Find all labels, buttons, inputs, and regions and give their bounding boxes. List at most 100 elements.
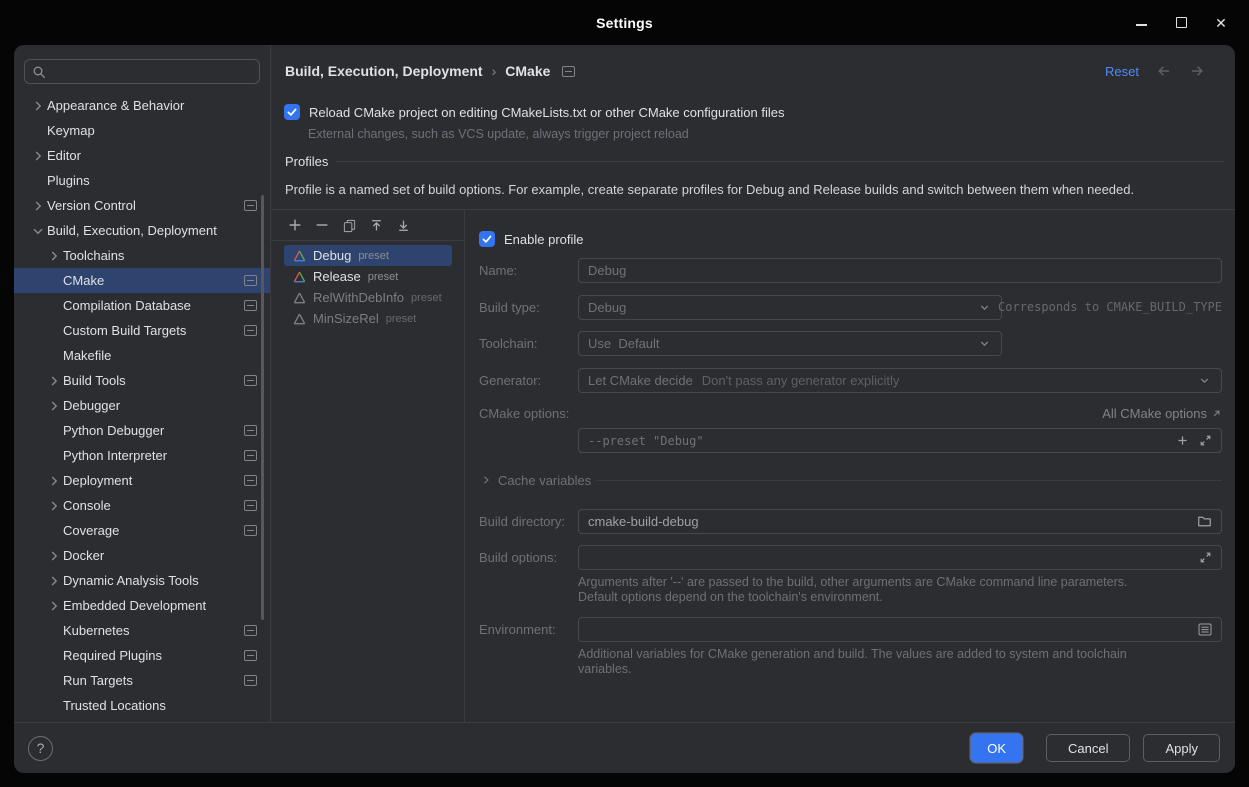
minimize-button[interactable] [1133, 15, 1149, 31]
enable-profile-checkbox[interactable] [479, 231, 495, 247]
chevron-right-icon[interactable] [30, 198, 47, 214]
move-down-button[interactable] [395, 217, 411, 233]
reset-link[interactable]: Reset [1105, 64, 1139, 79]
sidebar-item-version-control[interactable]: Version Control [14, 193, 270, 218]
chevron-down-icon[interactable] [30, 223, 47, 239]
sidebar-item-editor[interactable]: Editor [14, 143, 270, 168]
edit-environment-button[interactable] [1198, 623, 1212, 636]
sidebar-item-dynamic-analysis-tools[interactable]: Dynamic Analysis Tools [14, 568, 270, 593]
cache-variables-section[interactable]: Cache variables [479, 472, 1222, 488]
copy-profile-button[interactable] [341, 217, 357, 233]
help-button[interactable]: ? [28, 736, 53, 761]
navigate-forward-button[interactable] [1189, 63, 1205, 79]
sidebar-item-debugger[interactable]: Debugger [14, 393, 270, 418]
build-type-dropdown[interactable]: Debug [578, 295, 1002, 320]
chevron-right-icon[interactable] [46, 373, 63, 389]
sidebar-item-label: Debugger [63, 398, 120, 413]
sidebar-item-toolchains[interactable]: Toolchains [14, 243, 270, 268]
expand-editor-button[interactable] [1199, 551, 1212, 564]
project-config-icon [244, 500, 257, 511]
sidebar-item-kubernetes[interactable]: Kubernetes [14, 618, 270, 643]
cmake-profile-icon [293, 250, 306, 262]
profiles-section-header: Profiles [285, 153, 1225, 169]
sidebar-item-custom-build-targets[interactable]: Custom Build Targets [14, 318, 270, 343]
sidebar-item-trusted-locations[interactable]: Trusted Locations [14, 693, 270, 718]
external-link-icon [1211, 408, 1222, 419]
chevron-right-icon[interactable] [30, 98, 47, 114]
chevron-slot [46, 348, 63, 364]
sidebar-item-deployment[interactable]: Deployment [14, 468, 270, 493]
settings-search-box[interactable] [24, 59, 260, 84]
field-actions [1198, 623, 1212, 636]
chevron-right-icon[interactable] [46, 248, 63, 264]
profile-list-pane: DebugpresetReleasepresetRelWithDebInfopr… [271, 210, 465, 722]
sidebar-item-keymap[interactable]: Keymap [14, 118, 270, 143]
profile-row-debug[interactable]: Debugpreset [284, 245, 452, 266]
chevron-right-icon[interactable] [46, 398, 63, 414]
sidebar-item-python-interpreter[interactable]: Python Interpreter [14, 443, 270, 468]
generator-dropdown[interactable]: Let CMake decide Don't pass any generato… [578, 368, 1222, 393]
sidebar-item-coverage[interactable]: Coverage [14, 518, 270, 543]
sidebar-item-run-targets[interactable]: Run Targets [14, 668, 270, 693]
profile-details-pane: Enable profile Name: Debug Build type: D… [466, 210, 1235, 722]
sidebar-scrollbar[interactable] [261, 195, 264, 620]
cmake-options-field[interactable]: --preset "Debug" [578, 428, 1222, 453]
reload-project-hint: External changes, such as VCS update, al… [308, 127, 689, 141]
profile-row-release[interactable]: Releasepreset [284, 266, 452, 287]
add-icon [1176, 434, 1189, 447]
sidebar-item-build-execution-deployment[interactable]: Build, Execution, Deployment [14, 218, 270, 243]
profile-row-relwithdebinfo[interactable]: RelWithDebInfopreset [284, 287, 452, 308]
build-directory-field[interactable]: cmake-build-debug [578, 509, 1222, 534]
breadcrumb-item-build-execution-deployment[interactable]: Build, Execution, Deployment [285, 63, 483, 79]
project-config-icon [244, 300, 257, 311]
profile-row-minsizerel[interactable]: MinSizeRelpreset [284, 308, 452, 329]
navigate-back-button[interactable] [1156, 63, 1172, 79]
sidebar-item-compilation-database[interactable]: Compilation Database [14, 293, 270, 318]
chevron-right-icon [479, 473, 493, 487]
cancel-button[interactable]: Cancel [1046, 734, 1130, 762]
chevron-right-icon[interactable] [46, 548, 63, 564]
all-cmake-options-link[interactable]: All CMake options [1102, 406, 1222, 421]
move-up-button[interactable] [368, 217, 384, 233]
project-config-icon [244, 375, 257, 386]
sidebar-item-console[interactable]: Console [14, 493, 270, 518]
sidebar-item-docker[interactable]: Docker [14, 543, 270, 568]
add-option-button[interactable] [1176, 434, 1189, 447]
name-field[interactable]: Debug [578, 258, 1222, 283]
close-button[interactable]: ✕ [1213, 15, 1229, 31]
toolchain-dropdown[interactable]: Use Default [578, 331, 1002, 356]
reload-project-row: Reload CMake project on editing CMakeLis… [284, 104, 784, 120]
environment-field[interactable] [578, 617, 1222, 642]
sidebar-item-label: Compilation Database [63, 298, 191, 313]
breadcrumb: Build, Execution, Deployment › CMake [285, 63, 575, 79]
apply-button[interactable]: Apply [1143, 734, 1220, 762]
expand-editor-button[interactable] [1199, 434, 1212, 447]
ok-button[interactable]: OK [971, 734, 1022, 762]
chevron-right-icon[interactable] [46, 598, 63, 614]
reload-project-checkbox[interactable] [284, 104, 300, 120]
build-options-field[interactable] [578, 545, 1222, 570]
remove-profile-button[interactable] [314, 217, 330, 233]
chevron-right-icon[interactable] [46, 498, 63, 514]
breadcrumb-item-cmake[interactable]: CMake [505, 63, 550, 79]
chevron-right-icon[interactable] [46, 573, 63, 589]
sidebar-item-required-plugins[interactable]: Required Plugins [14, 643, 270, 668]
maximize-button[interactable] [1173, 15, 1189, 31]
add-profile-button[interactable] [287, 217, 303, 233]
sidebar-item-label: Editor [47, 148, 81, 163]
sidebar-item-label: Makefile [63, 348, 111, 363]
sidebar-item-python-debugger[interactable]: Python Debugger [14, 418, 270, 443]
search-input[interactable] [51, 63, 252, 80]
move-up-icon [369, 218, 384, 233]
chevron-right-icon[interactable] [30, 148, 47, 164]
browse-folder-button[interactable] [1197, 515, 1212, 528]
sidebar-item-embedded-development[interactable]: Embedded Development [14, 593, 270, 618]
sidebar-item-build-tools[interactable]: Build Tools [14, 368, 270, 393]
sidebar-item-makefile[interactable]: Makefile [14, 343, 270, 368]
check-icon [481, 233, 493, 245]
sidebar-item-cmake[interactable]: CMake [14, 268, 270, 293]
sidebar-item-appearance-behavior[interactable]: Appearance & Behavior [14, 93, 270, 118]
chevron-right-icon[interactable] [46, 473, 63, 489]
project-config-icon [562, 66, 575, 77]
sidebar-item-plugins[interactable]: Plugins [14, 168, 270, 193]
